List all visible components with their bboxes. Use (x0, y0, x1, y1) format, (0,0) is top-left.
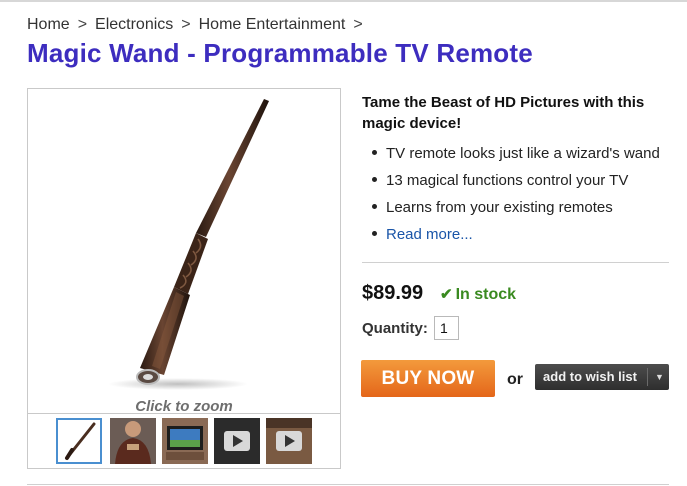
feature-item: Learns from your existing remotes (372, 198, 660, 225)
thumbnail-wand[interactable] (56, 418, 102, 464)
feature-text: 13 magical functions control your TV (386, 172, 629, 189)
bullet-icon (372, 176, 377, 182)
feature-text: Learns from your existing remotes (386, 199, 613, 216)
breadcrumb-separator: > (181, 16, 191, 33)
button-divider (647, 368, 648, 386)
feature-text: TV remote looks just like a wizard's wan… (386, 145, 660, 162)
breadcrumb-home-entertainment[interactable]: Home Entertainment (199, 16, 346, 33)
product-gallery: Click to zoom (27, 88, 341, 469)
breadcrumb: Home > Electronics > Home Entertainment > (27, 16, 371, 34)
breadcrumb-home[interactable]: Home (27, 16, 70, 33)
top-border (0, 0, 687, 2)
quantity-label: Quantity: (362, 320, 428, 337)
feature-list: TV remote looks just like a wizard's wan… (372, 144, 660, 252)
thumbnail-video-1[interactable] (214, 418, 260, 464)
product-price: $89.99 (362, 282, 424, 304)
section-divider (362, 262, 669, 263)
product-title: Magic Wand - Programmable TV Remote (27, 38, 533, 68)
add-to-wish-list-button[interactable]: add to wish list ▼ (535, 364, 669, 390)
read-more-link[interactable]: Read more... (386, 226, 473, 243)
thumbnail-tv[interactable] (162, 418, 208, 464)
thumbnail-strip (28, 413, 340, 468)
wish-list-label: add to wish list (543, 369, 637, 384)
quantity-input[interactable] (434, 316, 459, 340)
thumbnail-person[interactable] (110, 418, 156, 464)
video-play-icon (266, 418, 312, 464)
tv-photo-icon (162, 418, 208, 464)
dropdown-caret-icon[interactable]: ▼ (650, 364, 669, 390)
main-product-image[interactable] (28, 89, 340, 413)
person-photo-icon (110, 418, 156, 464)
buy-now-button[interactable]: BUY NOW (361, 360, 495, 397)
or-label: or (507, 371, 523, 388)
feature-item: 13 magical functions control your TV (372, 171, 660, 198)
bullet-icon (372, 230, 377, 236)
wand-thumbnail-icon (65, 422, 96, 460)
checkmark-icon: ✔ (440, 286, 453, 303)
bullet-icon (372, 149, 377, 155)
breadcrumb-separator: > (353, 16, 363, 33)
feature-item: Read more... (372, 225, 660, 252)
bullet-icon (372, 203, 377, 209)
wand-image (108, 99, 269, 390)
thumbnail-video-2[interactable] (266, 418, 312, 464)
bottom-divider (27, 484, 669, 485)
breadcrumb-separator: > (77, 16, 88, 33)
video-play-icon (214, 418, 260, 464)
feature-item: TV remote looks just like a wizard's wan… (372, 144, 660, 171)
breadcrumb-electronics[interactable]: Electronics (95, 16, 173, 33)
stock-status-text: In stock (455, 286, 517, 303)
product-tagline: Tame the Beast of HD Pictures with this … (362, 94, 645, 132)
stock-status: ✔ In stock (440, 285, 516, 304)
